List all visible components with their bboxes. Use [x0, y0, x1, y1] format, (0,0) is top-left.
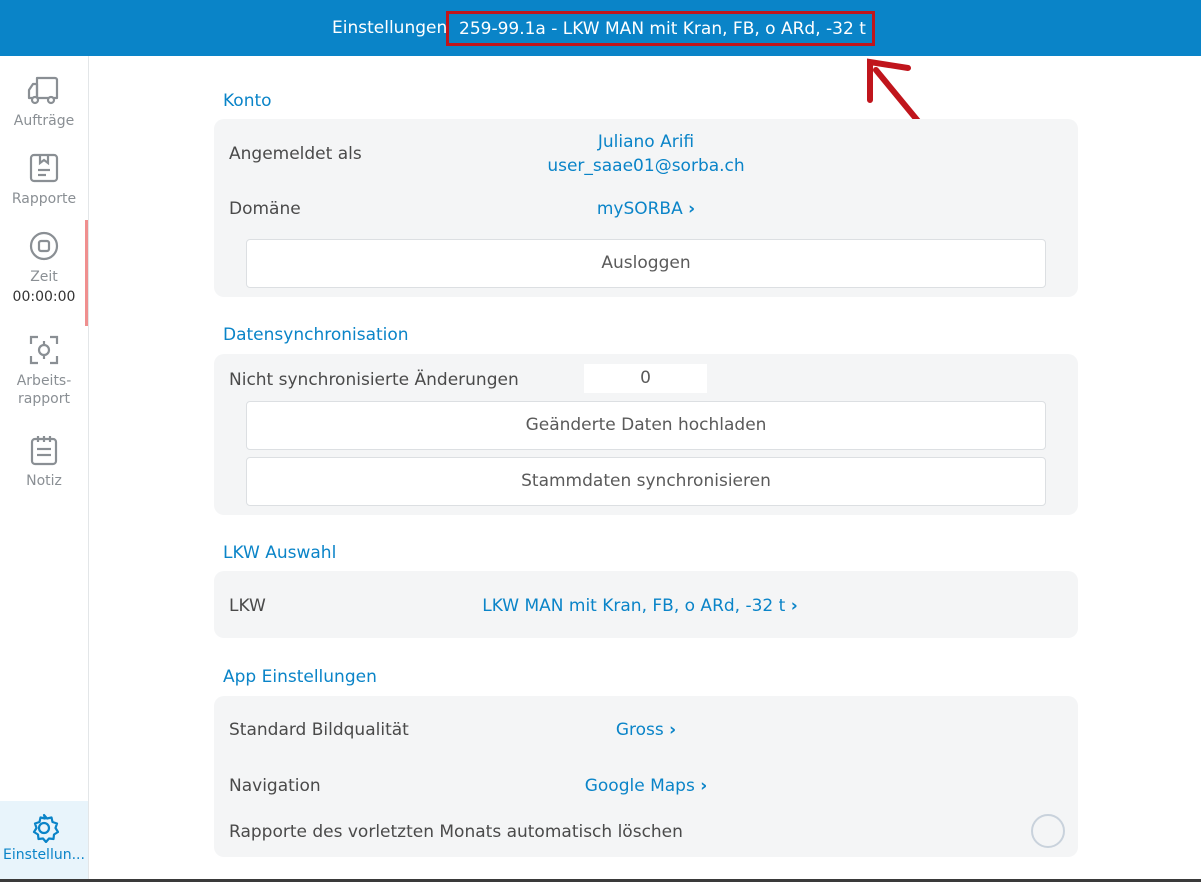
- section-title-lkw: LKW Auswahl: [223, 543, 337, 563]
- sidebar-item-label: Arbeits- rapport: [16, 373, 72, 407]
- logout-button[interactable]: Ausloggen: [246, 239, 1046, 288]
- sync-card: Nicht synchronisierte Änderungen 0 Geänd…: [214, 354, 1078, 515]
- section-title-konto: Konto: [223, 91, 272, 111]
- upload-changes-button[interactable]: Geänderte Daten hochladen: [246, 401, 1046, 450]
- sidebar-item-label: Aufträge: [13, 113, 75, 129]
- unsynced-label: Nicht synchronisierte Änderungen: [229, 370, 519, 390]
- chevron-right-icon: ›: [790, 596, 798, 616]
- sidebar-item-arbeitsrapport[interactable]: Arbeits- rapport: [0, 334, 88, 408]
- sidebar-item-zeit[interactable]: Zeit 00:00:00: [0, 230, 88, 306]
- sidebar-item-rapporte[interactable]: Rapporte: [0, 152, 88, 208]
- image-quality-value: Gross: [615, 720, 664, 740]
- domain-selector[interactable]: mySORBA ›: [504, 199, 788, 219]
- clipboard-icon: [29, 153, 59, 183]
- section-title-sync: Datensynchronisation: [223, 325, 409, 345]
- navigation-value: Google Maps: [584, 776, 695, 796]
- sidebar: Aufträge Rapporte Zeit 00:00:00 Arbeits-…: [0, 56, 89, 880]
- notepad-icon: [30, 436, 58, 466]
- user-info: Juliano Arifi user_saae01@sorba.ch: [504, 130, 788, 178]
- page-title: Einstellungen: [332, 18, 448, 38]
- lkw-value: LKW MAN mit Kran, FB, o ARd, -32 t: [482, 596, 786, 616]
- domain-value: mySORBA: [596, 199, 683, 219]
- sync-master-data-button[interactable]: Stammdaten synchronisieren: [246, 457, 1046, 506]
- app-settings-card: Standard Bildqualität Gross › Navigation…: [214, 696, 1078, 857]
- image-quality-selector[interactable]: Gross ›: [554, 720, 738, 740]
- logged-in-label: Angemeldet als: [229, 144, 362, 164]
- settings-screen: Einstellungen 259-99.1a - LKW MAN mit Kr…: [0, 0, 1201, 882]
- sidebar-item-notiz[interactable]: Notiz: [0, 434, 88, 490]
- chevron-right-icon: ›: [669, 720, 677, 740]
- timer-indicator: [85, 220, 88, 326]
- truck-icon: [27, 76, 59, 105]
- stop-circle-icon: [29, 231, 59, 261]
- auto-delete-label: Rapporte des vorletzten Monats automatis…: [229, 822, 683, 842]
- user-email: user_saae01@sorba.ch: [547, 156, 745, 176]
- konto-card: Angemeldet als Juliano Arifi user_saae01…: [214, 119, 1078, 297]
- sidebar-item-label: Zeit: [30, 269, 58, 285]
- image-quality-label: Standard Bildqualität: [229, 720, 409, 740]
- scan-icon: [29, 335, 59, 365]
- domain-label: Domäne: [229, 199, 301, 219]
- lkw-card: LKW LKW MAN mit Kran, FB, o ARd, -32 t ›: [214, 571, 1078, 638]
- navigation-selector[interactable]: Google Maps ›: [554, 776, 738, 796]
- section-title-app: App Einstellungen: [223, 667, 377, 687]
- sidebar-item-auftraege[interactable]: Aufträge: [0, 74, 88, 130]
- selected-vehicle-label: 259-99.1a - LKW MAN mit Kran, FB, o ARd,…: [446, 11, 875, 46]
- sidebar-item-einstellungen[interactable]: Einstellun...: [0, 801, 88, 880]
- navigation-label: Navigation: [229, 776, 321, 796]
- sidebar-item-label: Notiz: [26, 473, 62, 489]
- top-bar: Einstellungen 259-99.1a - LKW MAN mit Kr…: [0, 0, 1201, 56]
- auto-delete-toggle[interactable]: [1031, 814, 1065, 848]
- lkw-label: LKW: [229, 596, 266, 616]
- chevron-right-icon: ›: [700, 776, 708, 796]
- unsynced-count: 0: [584, 364, 707, 393]
- timer-value: 00:00:00: [12, 289, 76, 305]
- sidebar-item-label: Einstellun...: [3, 847, 85, 863]
- lkw-selector[interactable]: LKW MAN mit Kran, FB, o ARd, -32 t ›: [438, 596, 842, 616]
- user-name: Juliano Arifi: [597, 132, 695, 152]
- chevron-right-icon: ›: [688, 199, 696, 219]
- sidebar-item-label: Rapporte: [11, 191, 77, 207]
- gear-icon: [32, 813, 60, 844]
